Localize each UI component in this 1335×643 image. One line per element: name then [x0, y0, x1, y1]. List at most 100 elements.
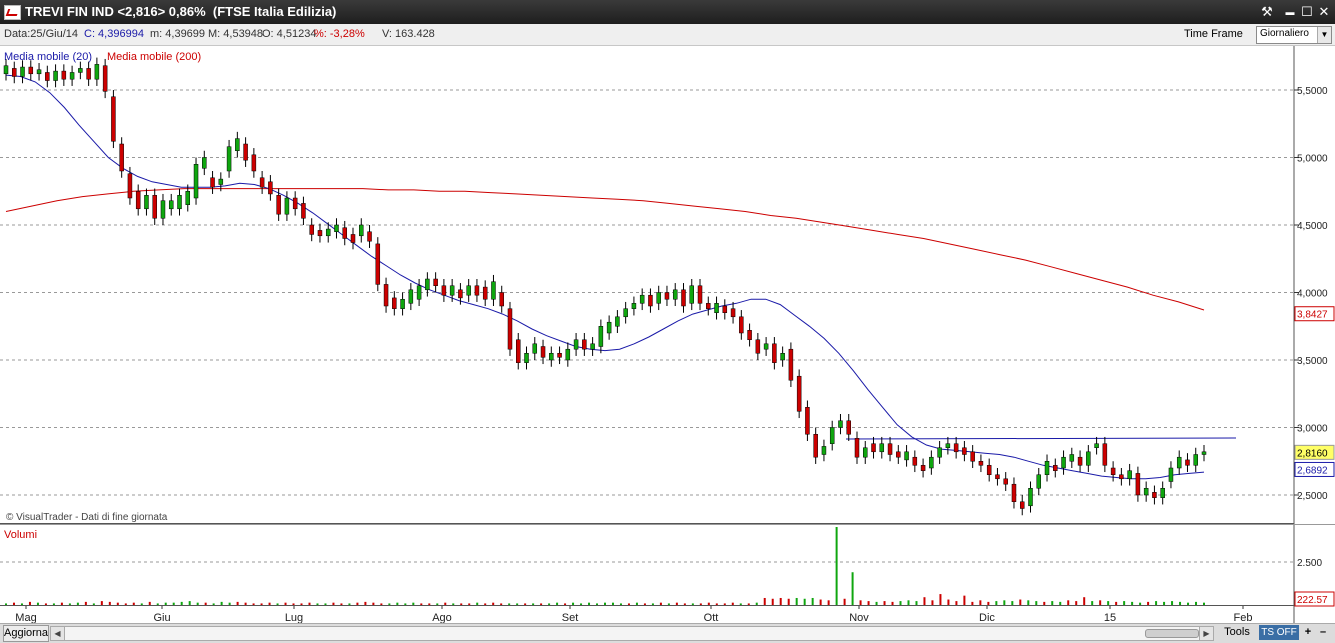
- volume-bar: [484, 603, 487, 605]
- volume-bar: [476, 602, 479, 605]
- volume-bar: [643, 603, 646, 605]
- volume-bar: [707, 602, 710, 605]
- candle-body: [425, 278, 430, 291]
- candle-body: [615, 316, 620, 327]
- volume-bar: [867, 601, 870, 605]
- refresh-button[interactable]: Aggiorna: [3, 625, 49, 642]
- candle-body: [1119, 474, 1124, 480]
- volume-bar: [987, 601, 990, 605]
- volume-bar: [12, 602, 15, 605]
- candle-body: [664, 292, 670, 300]
- candle-body: [383, 284, 389, 307]
- maximize-button[interactable]: ☐: [1298, 4, 1316, 20]
- volume-bar: [971, 601, 974, 605]
- candle-body: [821, 446, 827, 455]
- volume-bar: [691, 603, 694, 605]
- candle-body: [53, 70, 58, 81]
- close-button[interactable]: ✕: [1315, 4, 1333, 20]
- volume-bar: [148, 601, 151, 605]
- volume-bar: [452, 603, 455, 605]
- volume-bar: [771, 598, 774, 605]
- candle: [507, 301, 513, 356]
- info-min: m: 4,39699: [150, 28, 206, 40]
- volume-bar: [444, 602, 447, 605]
- settings-icon[interactable]: ⚒: [1258, 4, 1276, 20]
- volume-bar: [1203, 602, 1205, 605]
- volume-bar: [244, 602, 247, 605]
- candle-body: [474, 285, 480, 296]
- price-volume-chart[interactable]: 5,5000 5,0000 4,5000 4,0000 3,5000 3,0000 2,50…: [0, 46, 1335, 623]
- candle-body: [1061, 456, 1066, 469]
- volume-bar: [835, 527, 838, 605]
- candle-body: [284, 197, 290, 215]
- candle-body: [1185, 459, 1190, 466]
- month-label: Giu: [153, 612, 170, 623]
- chart-area[interactable]: 5,5000 5,0000 4,5000 4,0000 3,5000 3,0000 2,50…: [0, 46, 1335, 642]
- timeframe-select[interactable]: Giornaliero ▼: [1256, 26, 1332, 44]
- candle-body: [135, 191, 141, 210]
- volume-bar: [1131, 601, 1134, 605]
- volume-bar: [540, 603, 543, 605]
- volume-bar: [963, 595, 966, 605]
- candle-body: [127, 173, 133, 199]
- title-bar[interactable]: TREVI FIN IND <2,816> 0,86% (FTSE Italia…: [0, 0, 1335, 24]
- volume-bar: [5, 603, 7, 605]
- info-max: M: 4,53948: [208, 28, 264, 40]
- zoom-out-button[interactable]: –: [1316, 625, 1330, 640]
- candle-body: [920, 465, 926, 471]
- volume-bar: [907, 600, 910, 605]
- candle-body: [689, 285, 695, 304]
- candle-body: [1176, 456, 1182, 469]
- scroll-left-icon[interactable]: ◀: [51, 627, 65, 640]
- scroll-thumb[interactable]: [1145, 629, 1199, 638]
- volume-bar: [28, 601, 31, 605]
- volume-bar: [1019, 599, 1022, 605]
- volume-bar: [1155, 601, 1158, 605]
- candle-body: [540, 346, 546, 358]
- volume-bar: [1043, 601, 1046, 605]
- volume-bar: [1139, 602, 1142, 605]
- ma200-last-label: 3,8427: [1297, 310, 1328, 321]
- candle-body: [94, 64, 100, 80]
- volume-bar: [1035, 601, 1038, 605]
- candle-body: [1069, 454, 1075, 462]
- candle-body: [507, 308, 513, 350]
- price-axis-panel: [1294, 46, 1335, 623]
- dropdown-arrow-icon[interactable]: ▼: [1317, 27, 1331, 43]
- candle-body: [218, 178, 224, 185]
- candle-body: [582, 339, 587, 350]
- last-price-label: 2,8160: [1297, 448, 1328, 459]
- horizontal-scrollbar[interactable]: ◀ ▶: [50, 626, 1214, 641]
- timeframe-value: Giornaliero: [1260, 28, 1309, 39]
- candle-body: [28, 66, 34, 75]
- candle-body: [515, 339, 521, 363]
- volume-bar: [667, 603, 670, 605]
- volume-bar: [787, 598, 790, 605]
- candle-body: [755, 339, 761, 354]
- minimize-button[interactable]: ▬: [1281, 4, 1299, 20]
- tools-button[interactable]: Tools: [1218, 625, 1256, 640]
- volume-title: Volumi: [4, 529, 37, 541]
- ts-off-button[interactable]: TS OFF: [1259, 625, 1299, 640]
- volume-bar: [60, 602, 63, 605]
- zoom-in-button[interactable]: +: [1301, 625, 1315, 640]
- volume-bar: [1083, 597, 1086, 605]
- volume-bar: [52, 603, 55, 605]
- volume-bar: [68, 603, 71, 605]
- volume-bar: [76, 602, 79, 605]
- candle-body: [20, 66, 25, 77]
- volume-tick-label: 2.500: [1297, 558, 1322, 569]
- candle: [193, 157, 199, 205]
- candle-body: [45, 72, 50, 81]
- candle-body: [598, 326, 604, 347]
- volume-bar: [236, 601, 239, 605]
- candle-body: [243, 143, 248, 161]
- volume-bar: [492, 602, 495, 605]
- candle-body: [185, 191, 191, 205]
- ma20-last-label: 2,6892: [1297, 465, 1328, 476]
- scroll-right-icon[interactable]: ▶: [1199, 627, 1213, 640]
- candle-body: [681, 289, 686, 307]
- volume-bar: [420, 603, 423, 605]
- candle-body: [69, 72, 75, 80]
- volume-bar: [316, 603, 319, 605]
